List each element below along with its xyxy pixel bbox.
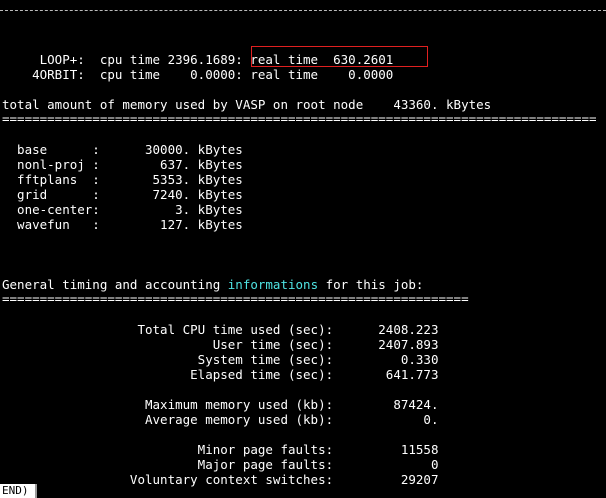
separator-line-2: ========================================… [2,291,469,306]
minor-page-faults-line: Minor page faults: 11558 [2,442,439,457]
separator-line: ========================================… [2,111,597,126]
average-memory-line: Average memory used (kb): 0. [2,412,439,427]
memory-grid-line: grid : 7240. kBytes [2,187,243,202]
elapsed-time-line: Elapsed time (sec): 641.773 [2,367,439,382]
total-cpu-time-line: Total CPU time used (sec): 2408.223 [2,322,439,337]
real-time-highlight-box [251,46,428,67]
user-time-line: User time (sec): 2407.893 [2,337,439,352]
general-timing-prefix: General timing and accounting [2,277,228,292]
general-timing-suffix: for this job: [318,277,424,292]
major-page-faults-line: Major page faults: 0 [2,457,439,472]
memory-fftplans-line: fftplans : 5353. kBytes [2,172,243,187]
terminal-window: LOOP+: cpu time 2396.1689: real time 630… [0,0,606,498]
total-memory-line: total amount of memory used by VASP on r… [2,97,492,112]
memory-nonl-proj-line: nonl-proj : 637. kBytes [2,157,243,172]
top-dashed-rule [0,10,606,11]
memory-base-line: base : 30000. kBytes [2,142,243,157]
fourorbit-line: 4ORBIT: cpu time 0.0000: real time 0.000… [2,67,394,82]
system-time-line: System time (sec): 0.330 [2,352,439,367]
memory-wavefun-line: wavefun : 127. kBytes [2,217,243,232]
voluntary-context-switches-line: Voluntary context switches: 29207 [2,472,439,487]
maximum-memory-line: Maximum memory used (kb): 87424. [2,397,439,412]
memory-one-center-line: one-center: 3. kBytes [2,202,243,217]
informations-highlight: informations [227,277,319,292]
general-timing-heading: General timing and accounting informatio… [2,277,423,292]
